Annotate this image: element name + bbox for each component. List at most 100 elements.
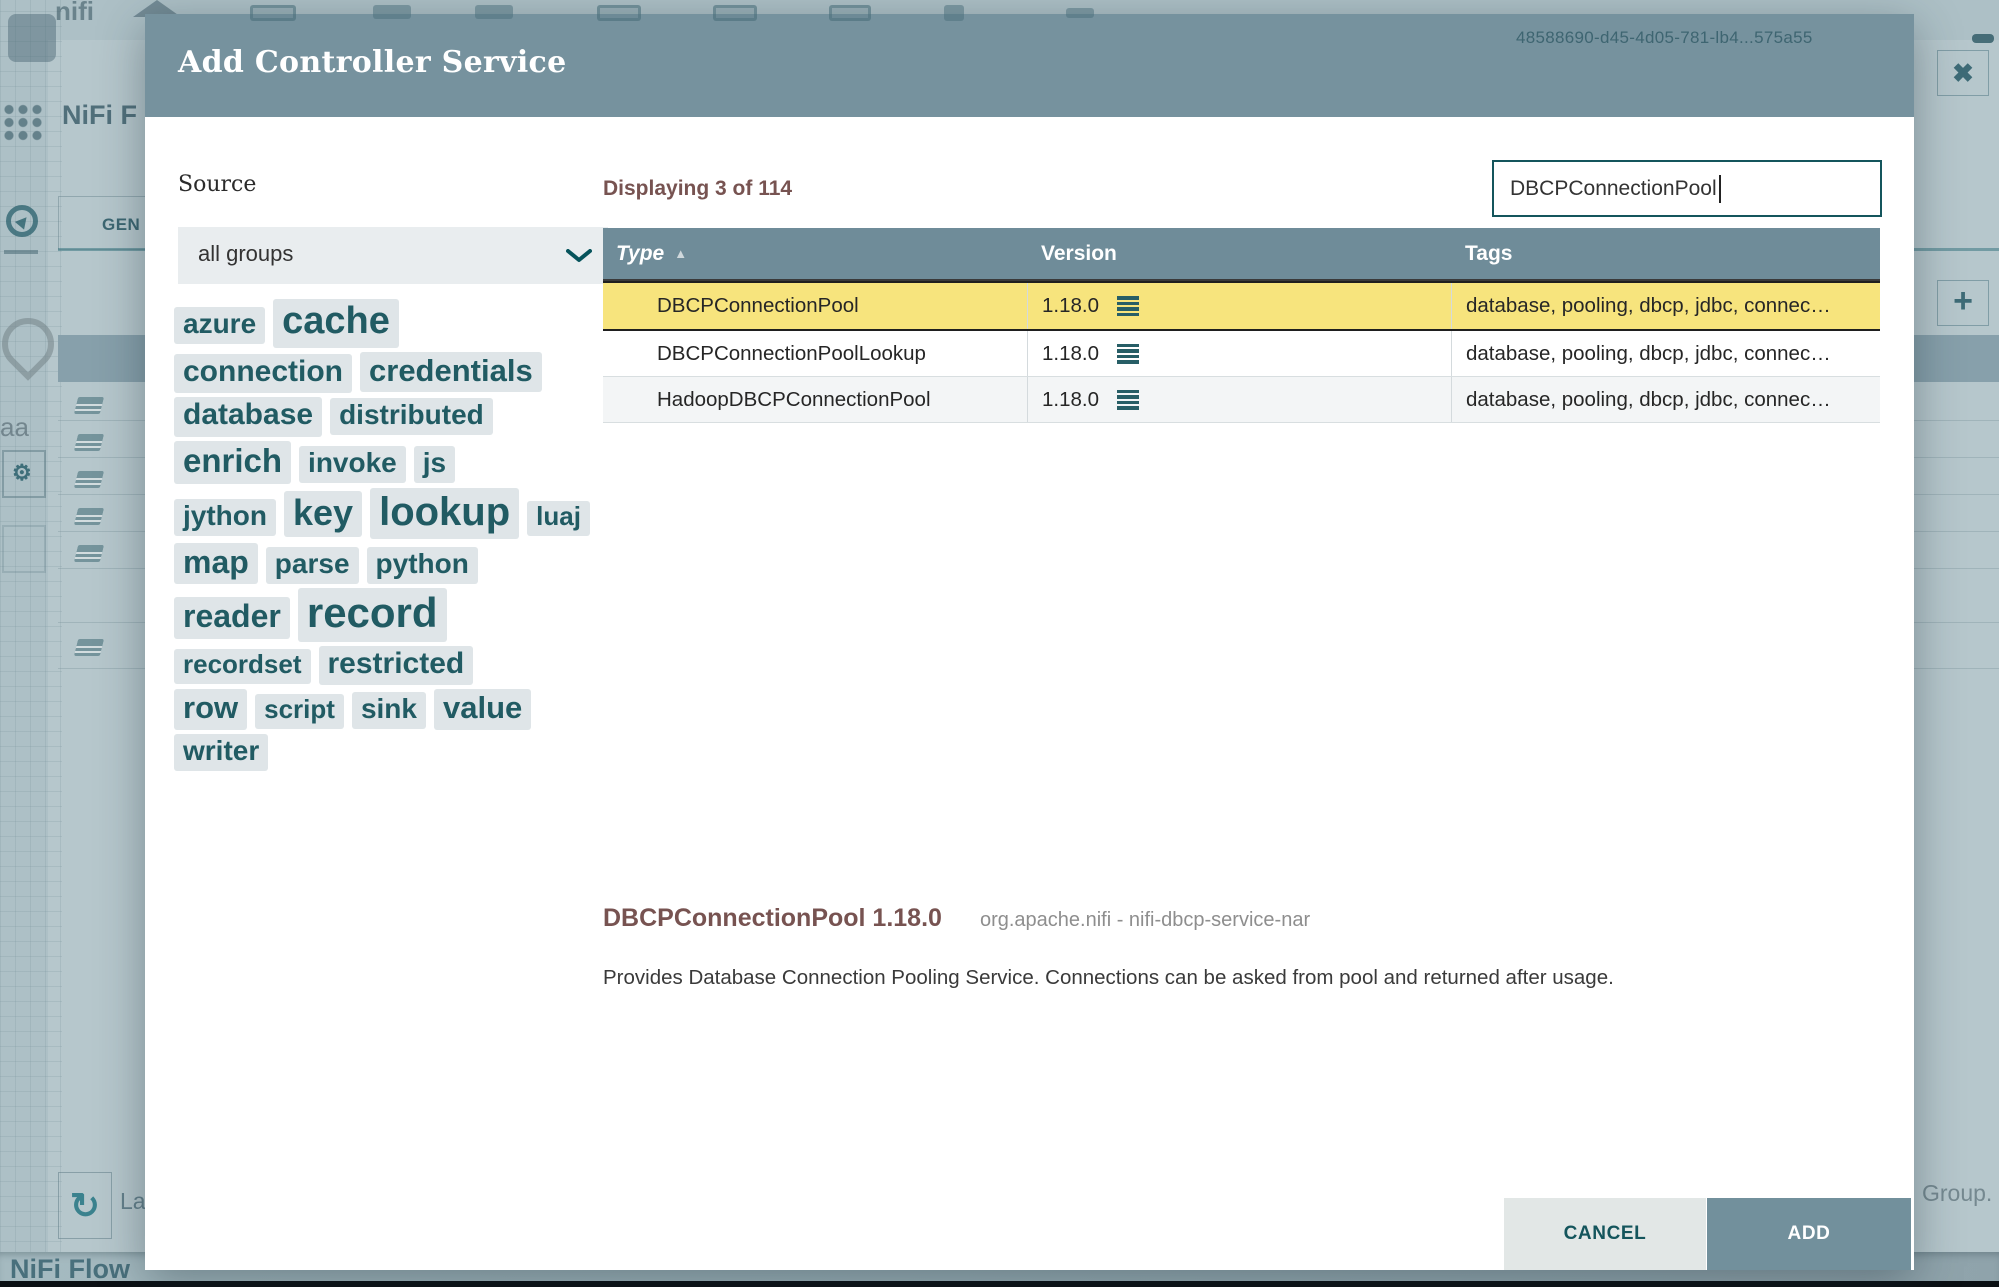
process-group-toolbar-icon [597, 5, 641, 21]
tag-cloud-tag-lookup[interactable]: lookup [370, 487, 520, 539]
sort-ascending-icon: ▲ [674, 246, 688, 261]
displaying-count-text: Displaying 3 of 114 [603, 177, 793, 200]
tag-cloud-tag-record[interactable]: record [297, 588, 447, 642]
column-header-type[interactable]: Type ▲ [603, 242, 1028, 266]
dialog-title: Add Controller Service [178, 45, 567, 80]
tag-cloud-tag-parse[interactable]: parse [265, 546, 359, 584]
usage-book-icon [73, 471, 105, 488]
tags-cell: database, pooling, dbcp, jdbc, connec… [1466, 387, 1831, 411]
tag-cloud-tag-database[interactable]: database [174, 397, 323, 437]
nifi-logo-text: nifi [55, 0, 94, 26]
tag-cloud-tag-reader[interactable]: reader [174, 597, 290, 640]
tag-cloud-row: reader record [170, 587, 625, 642]
settings-page-title: NiFi F [62, 100, 137, 130]
tag-cloud-tag-distributed[interactable]: distributed [330, 398, 493, 436]
tag-cloud-tag-invoke[interactable]: invoke [299, 445, 406, 483]
table-row-HadoopDBCPConnectionPool[interactable]: HadoopDBCPConnectionPool 1.18.0 database, … [603, 377, 1880, 423]
tag-cloud-tag-sink[interactable]: sink [351, 692, 426, 730]
version-cell: 1.18.0 [1028, 377, 1452, 422]
tag-cloud-tag-restricted[interactable]: restricted [318, 645, 474, 686]
column-header-tags[interactable]: Tags [1452, 242, 1880, 266]
tag-cloud-tag-luaj[interactable]: luaj [527, 500, 590, 536]
tag-cloud-row: azure cache [170, 298, 625, 349]
type-cell: DBCPConnectionPoolLookup [603, 331, 1028, 376]
logo-dot-grid [2, 103, 44, 143]
tag-cloud-tag-enrich[interactable]: enrich [174, 440, 292, 484]
add-button[interactable]: ADD [1707, 1198, 1911, 1270]
tag-cloud-row: recordset restricted [170, 645, 625, 687]
filter-input[interactable]: DBCPConnectionPool [1492, 160, 1882, 217]
usage-book-icon [73, 639, 105, 656]
text-cursor [1718, 174, 1721, 203]
tag-cloud-tag-row[interactable]: row [174, 689, 248, 730]
processor-toolbar-icon [250, 5, 296, 21]
component-uuid-text: 48588690-d45-4d05-781-lb4...575a55 [1516, 28, 1813, 47]
tab-general-label: GEN [102, 215, 141, 234]
tag-cloud-row: enrich invoke js [170, 440, 625, 485]
tags-cell: database, pooling, dbcp, jdbc, connec… [1466, 341, 1831, 365]
selected-service-detail: DBCPConnectionPool 1.18.0 org.apache.nif… [603, 904, 1310, 933]
tag-cloud-tag-value[interactable]: value [433, 689, 532, 730]
selected-service-bundle: org.apache.nifi - nifi-dbcp-service-nar [979, 909, 1311, 931]
palette-box-puzzle: ⚙ [2, 450, 46, 498]
new-service-button[interactable]: + [1937, 280, 1989, 326]
column-header-version[interactable]: Version [1028, 242, 1452, 266]
puzzle-icon: ⚙ [12, 460, 32, 485]
source-group-selected-value: all groups [198, 241, 294, 266]
selected-service-description: Provides Database Connection Pooling Ser… [603, 966, 1614, 989]
label-toolbar-icon [1066, 8, 1094, 18]
tag-cloud-tag-recordset[interactable]: recordset [174, 648, 311, 684]
service-type-table-header: Type ▲ Version Tags [603, 228, 1880, 281]
refresh-icon: ↻ [69, 1184, 101, 1226]
type-cell: DBCPConnectionPool [603, 283, 1028, 329]
last-updated-text: La [120, 1188, 146, 1214]
tag-cloud-row: writer [170, 733, 625, 772]
tag-cloud-tag-script[interactable]: script [255, 694, 344, 730]
tag-cloud-tag-map[interactable]: map [174, 542, 258, 585]
remote-process-group-toolbar-icon [713, 5, 757, 21]
tag-cloud-tag-cache[interactable]: cache [273, 299, 399, 348]
nifi-logo-fragment [8, 14, 56, 62]
bottom-edge-bar [0, 1281, 1999, 1287]
type-header-label: Type [616, 241, 665, 265]
tag-cloud-tag-python[interactable]: python [366, 546, 478, 584]
tag-cloud-row: jython key lookup luaj [170, 487, 625, 540]
tag-cloud-tag-jython[interactable]: jython [174, 498, 276, 536]
tag-cloud-tag-connection[interactable]: connection [174, 353, 353, 394]
tag-cloud-tag-azure[interactable]: azure [174, 307, 266, 345]
palette-box-lock [2, 525, 46, 573]
type-cell: HadoopDBCPConnectionPool [603, 377, 1028, 422]
version-list-icon [1111, 388, 1139, 412]
tag-cloud-tag-credentials[interactable]: credentials [360, 351, 542, 393]
canvas-grid-strip [0, 0, 62, 1287]
chevron-down-icon [566, 249, 592, 268]
tag-cloud-row: connection credentials [170, 351, 625, 395]
refresh-button[interactable]: ↻ [58, 1172, 112, 1239]
add-controller-service-dialog: Add Controller Service Source all groups… [145, 14, 1914, 1270]
version-list-icon [1111, 294, 1139, 318]
group-suffix-text: Group. [1922, 1180, 1993, 1206]
tag-cloud-tag-key[interactable]: key [284, 490, 363, 538]
tags-header-label: Tags [1465, 241, 1513, 265]
tag-cloud-tag-writer[interactable]: writer [174, 733, 269, 772]
output-port-toolbar-icon [475, 5, 513, 19]
minimize-icon [1972, 34, 1994, 43]
table-row-DBCPConnectionPool[interactable]: DBCPConnectionPool 1.18.0 database, poolin… [603, 281, 1880, 331]
source-group-select[interactable]: all groups [178, 227, 608, 284]
tag-cloud-row: row script sink value [170, 688, 625, 731]
usage-book-icon [73, 545, 105, 562]
tag-cloud: azure cache connection credentials database d… [170, 298, 625, 774]
cancel-button[interactable]: CANCEL [1504, 1198, 1706, 1270]
version-header-label: Version [1041, 241, 1117, 265]
version-cell: 1.18.0 [1028, 331, 1452, 376]
table-row-DBCPConnectionPoolLookup[interactable]: DBCPConnectionPoolLookup 1.18.0 database, … [603, 331, 1880, 377]
birdseye-aa-label: aa [0, 412, 29, 442]
selected-service-title: DBCPConnectionPool 1.18.0 [603, 904, 942, 932]
tag-cloud-tag-js[interactable]: js [413, 445, 456, 483]
tag-cloud-row: map parse python [170, 542, 625, 586]
input-port-toolbar-icon [373, 5, 411, 19]
service-type-table-body: DBCPConnectionPool 1.18.0 database, poolin… [603, 281, 1880, 423]
close-settings-button[interactable]: ✖ [1937, 50, 1989, 96]
usage-book-icon [73, 397, 105, 414]
version-cell: 1.18.0 [1028, 283, 1452, 329]
